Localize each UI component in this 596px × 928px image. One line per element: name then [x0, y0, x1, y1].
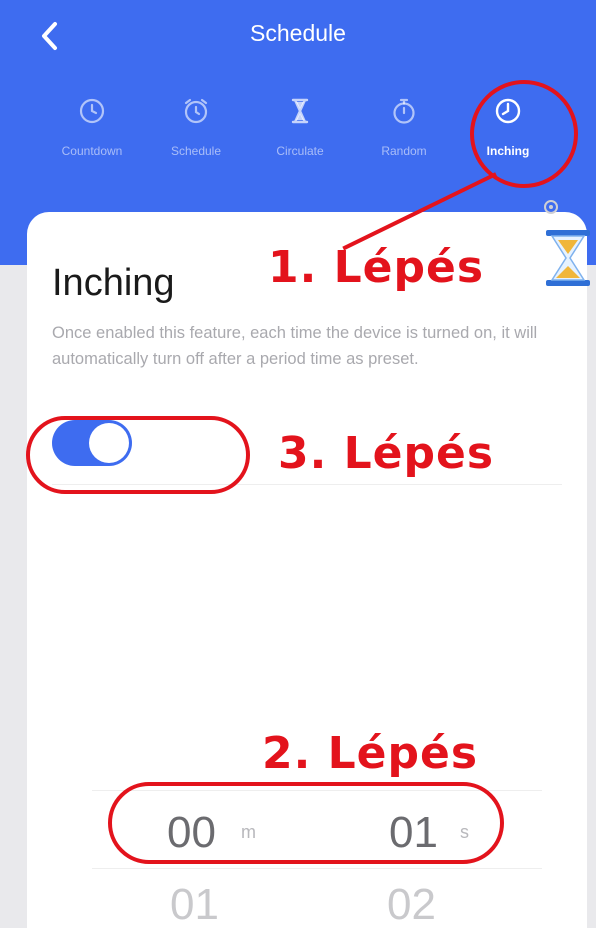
- tab-label: Inching: [486, 144, 530, 158]
- card-title: Inching: [52, 262, 175, 304]
- clock-icon: [495, 98, 521, 124]
- seconds-next[interactable]: 02: [387, 880, 436, 928]
- inching-toggle[interactable]: [52, 420, 132, 466]
- toggle-knob: [89, 423, 129, 463]
- tab-countdown[interactable]: Countdown: [40, 90, 144, 170]
- seconds-selected[interactable]: 01: [389, 808, 438, 858]
- minutes-next[interactable]: 01: [170, 880, 219, 928]
- picker-line-bottom: [92, 868, 542, 869]
- minutes-unit: m: [241, 822, 256, 842]
- inching-card: Inching Once enabled this feature, each …: [27, 212, 587, 928]
- tab-random[interactable]: Random: [352, 90, 456, 170]
- tab-inching[interactable]: Inching: [456, 90, 560, 170]
- page-title: Schedule: [250, 20, 346, 46]
- picker-line-top: [92, 790, 542, 791]
- tab-circulate[interactable]: Circulate: [248, 90, 352, 170]
- hourglass-icon[interactable]: [540, 228, 596, 288]
- hourglass-icon: [291, 98, 309, 124]
- settings-icon[interactable]: [542, 198, 560, 216]
- annotation-step-2: 2. Lépés: [262, 728, 479, 779]
- seconds-unit: s: [460, 822, 469, 842]
- tab-label: Circulate: [276, 144, 324, 158]
- timer-tabs: Countdown Schedule Circulate Random Inch…: [40, 90, 560, 170]
- tab-schedule[interactable]: Schedule: [144, 90, 248, 170]
- divider: [52, 484, 562, 485]
- tab-label: Countdown: [61, 144, 123, 158]
- clock-icon: [79, 98, 105, 124]
- background-strip-left: [0, 265, 27, 928]
- alarm-clock-icon: [184, 98, 208, 124]
- annotation-step-1: 1. Lépés: [268, 242, 485, 293]
- minutes-selected[interactable]: 00: [167, 808, 216, 858]
- stopwatch-icon: [393, 98, 415, 124]
- tab-label: Random: [381, 144, 427, 158]
- card-description: Once enabled this feature, each time the…: [52, 324, 538, 368]
- tab-label: Schedule: [170, 144, 222, 158]
- annotation-step-3: 3. Lépés: [278, 428, 495, 479]
